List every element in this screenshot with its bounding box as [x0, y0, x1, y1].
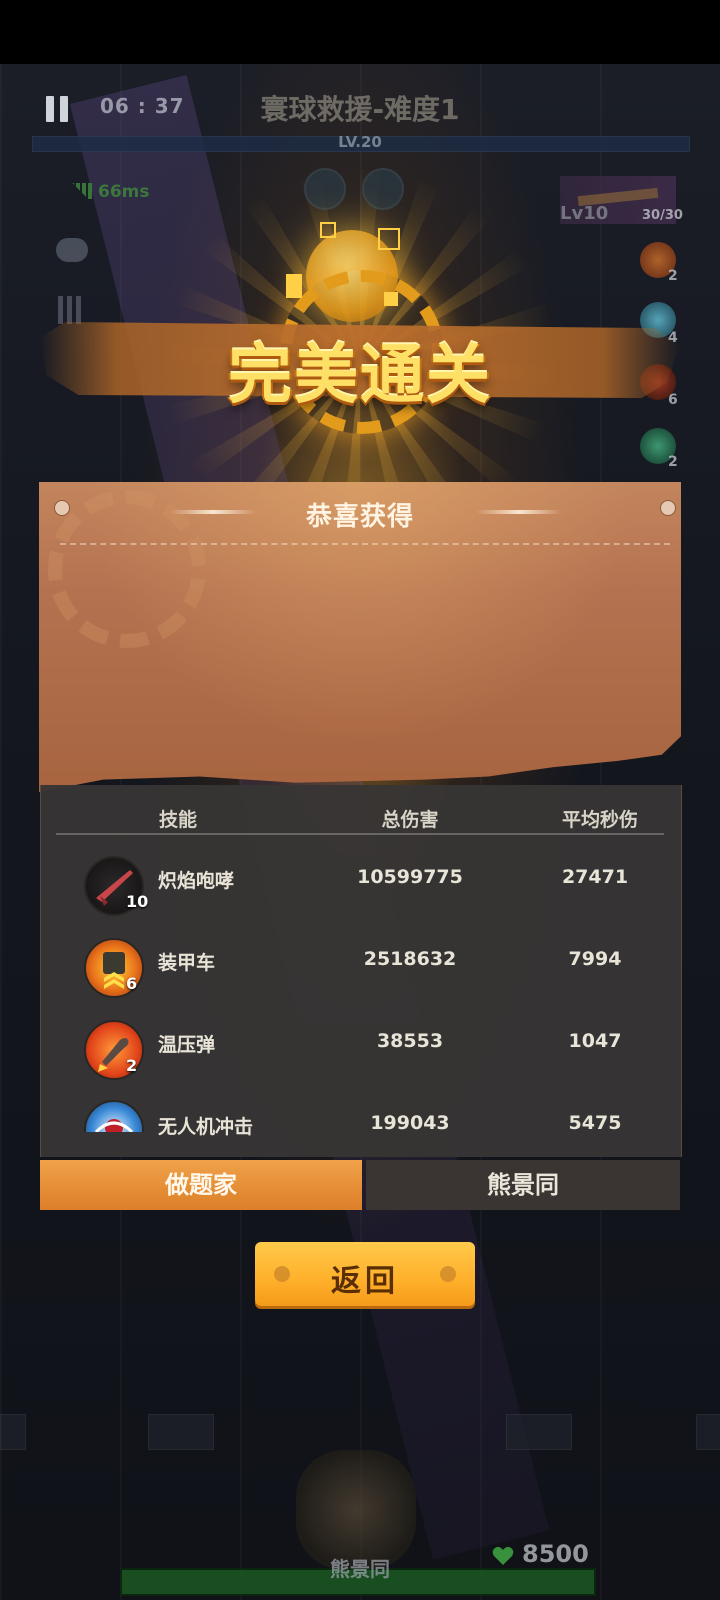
tab-player-2[interactable]: 熊景同: [366, 1160, 680, 1210]
total-damage: 10599775: [357, 866, 463, 888]
screw-icon: [54, 500, 70, 516]
row-icon-clip: [84, 1100, 144, 1132]
back-button-label[interactable]: 返回: [255, 1256, 475, 1300]
spark: [320, 222, 336, 238]
signal-icon: [70, 183, 94, 199]
victory-title: 完美通关: [228, 339, 492, 413]
spark: [384, 292, 398, 306]
side-skill-count: 2: [668, 454, 678, 470]
skill-level: 10: [126, 892, 149, 911]
column-header-dps: 平均秒伤: [561, 809, 638, 831]
skill-level: 2: [126, 1056, 138, 1075]
column-header-skill: 技能: [158, 809, 197, 831]
skill-level: 6: [126, 974, 138, 993]
network-ping: 66ms: [70, 182, 150, 202]
average-dps: 1047: [568, 1030, 622, 1052]
reward-title: 恭喜获得: [305, 502, 414, 532]
average-dps: 5475: [568, 1112, 622, 1134]
header-divider: [56, 833, 664, 835]
total-damage: 199043: [370, 1112, 450, 1134]
screw-icon: [660, 500, 676, 516]
enemy-icon: [304, 168, 346, 210]
weapon-level: Lv10: [560, 203, 609, 224]
column-header-total-damage: 总伤害: [381, 809, 439, 831]
ping-value: 66ms: [98, 182, 150, 202]
drone-strike-icon: [84, 1100, 144, 1132]
skill-name: 无人机冲击: [158, 1116, 254, 1138]
floor-panel: [506, 1414, 572, 1450]
chat-icon[interactable]: [56, 238, 88, 262]
side-skill-count: 6: [668, 392, 678, 408]
floor-panel: [0, 1414, 26, 1450]
player-character: [296, 1450, 416, 1570]
side-skill-count: 2: [668, 268, 678, 284]
total-damage: 38553: [376, 1030, 444, 1052]
weapon-ammo: 30/30: [642, 208, 683, 223]
game-timer: 06 : 37: [100, 94, 185, 118]
skill-name: 温压弹: [158, 1034, 216, 1056]
floor-panel: [148, 1414, 214, 1450]
title-decoration: [170, 510, 256, 514]
stage-title: 寰球救援-难度1: [260, 93, 460, 126]
floor-panel: [696, 1414, 720, 1450]
spark: [378, 228, 400, 250]
title-decoration: [476, 510, 562, 514]
player-level: LV.20: [338, 133, 382, 151]
pause-icon[interactable]: [44, 96, 70, 122]
divider: [60, 543, 670, 545]
health-value: 8500: [522, 1540, 589, 1568]
stats-icon[interactable]: [58, 296, 90, 324]
spark: [286, 274, 302, 298]
player-name: 熊景同: [330, 1557, 390, 1581]
average-dps: 7994: [568, 948, 622, 970]
heart-icon: [492, 1546, 514, 1565]
skill-name: 炽焰咆哮: [158, 870, 235, 892]
status-bar: [0, 0, 720, 64]
total-damage: 2518632: [363, 948, 457, 970]
skill-name: 装甲车: [158, 952, 216, 974]
average-dps: 27471: [561, 866, 629, 888]
tab-player-1[interactable]: 做题家: [40, 1160, 362, 1210]
enemy-icon: [362, 168, 404, 210]
